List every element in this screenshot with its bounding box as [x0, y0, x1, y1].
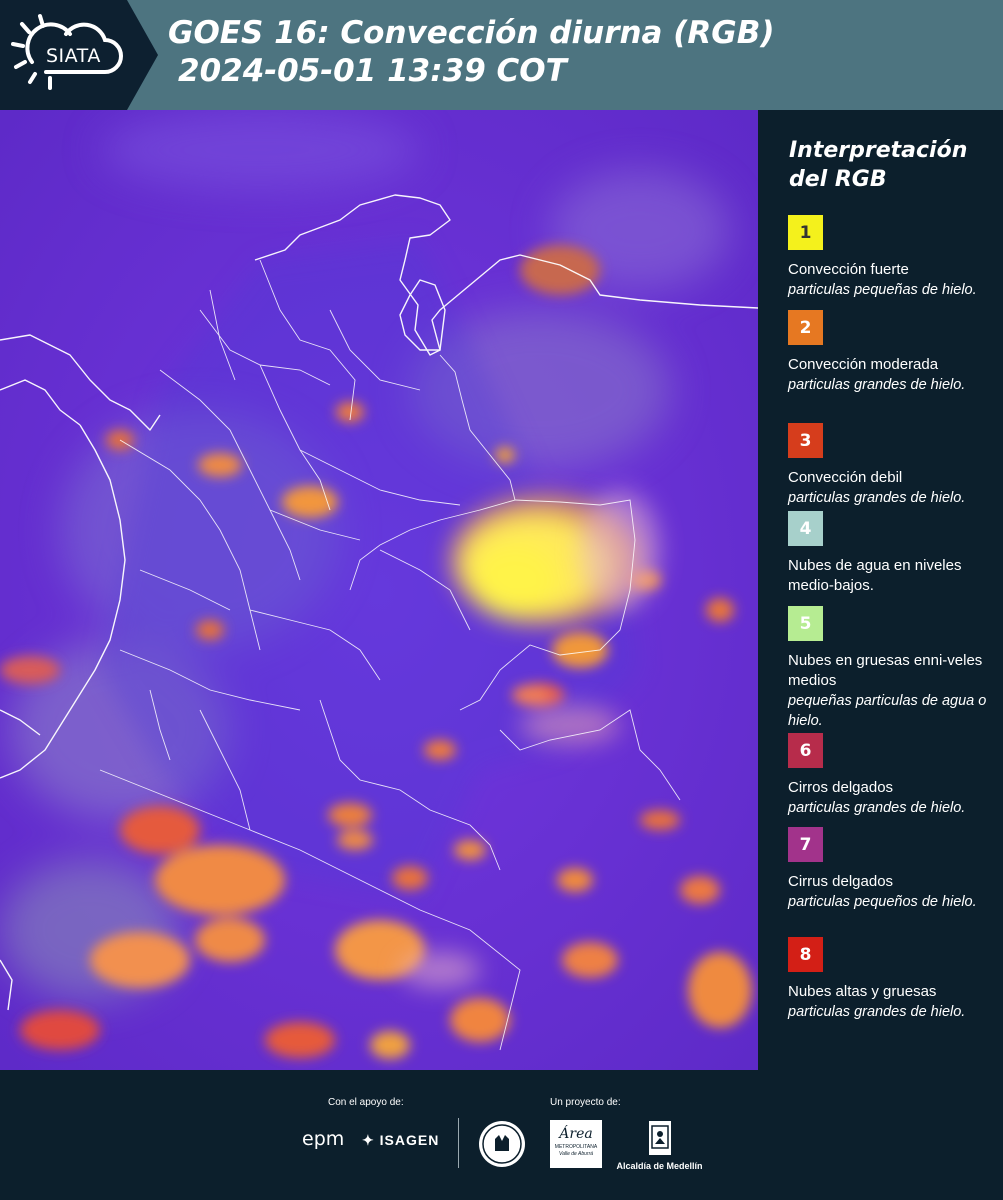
- alcaldia-shield-icon: [648, 1121, 671, 1155]
- seal-logo: [477, 1119, 527, 1174]
- legend-title: Interpretación del RGB: [789, 138, 968, 192]
- legend-desc-3: particulas grandes de hielo.: [788, 490, 966, 506]
- legend-panel: Interpretación del RGB 1 Convección fuer…: [758, 110, 1003, 1070]
- legend-name-5: Nubes en gruesas enni-veles medios: [788, 652, 983, 689]
- siata-logo: SIATA: [0, 0, 158, 110]
- legend-item-6: 6 Cirros delgados particulas grandes de …: [788, 733, 998, 818]
- legend-swatch-3: 3: [788, 423, 823, 458]
- legend-swatch-7: 7: [788, 827, 823, 862]
- page-title: GOES 16: Convección diurna (RGB) 2024-05…: [168, 14, 775, 90]
- legend-swatch-2: 2: [788, 310, 823, 345]
- legend-item-7: 7 Cirrus delgados particulas pequeños de…: [788, 827, 998, 912]
- legend-item-5: 5 Nubes en gruesas enni-veles medios peq…: [788, 606, 998, 731]
- isagen-icon: ✦: [362, 1132, 375, 1148]
- alcaldia-text: Alcaldía de Medellín: [616, 1161, 703, 1171]
- legend-name-1: Convección fuerte: [788, 261, 909, 278]
- logo-text: SIATA: [46, 45, 101, 67]
- support-label: Con el apoyo de:: [328, 1097, 404, 1108]
- legend-swatch-5: 5: [788, 606, 823, 641]
- legend-swatch-1: 1: [788, 215, 823, 250]
- satellite-imagery: [0, 110, 758, 1070]
- area-logo-text: Área: [559, 1126, 593, 1142]
- legend-desc-5: pequeñas particulas de agua o hielo.: [788, 693, 987, 729]
- area-logo-sub2: Valle de Aburrá: [558, 1151, 594, 1157]
- legend-item-2: 2 Convección moderada particulas grandes…: [788, 310, 998, 395]
- legend-swatch-6: 6: [788, 733, 823, 768]
- seal-icon: [479, 1121, 525, 1167]
- footer: Con el apoyo de: Un proyecto de: epm ✦ I…: [0, 1070, 1003, 1200]
- footer-divider: [458, 1118, 459, 1168]
- epm-logo: epm: [302, 1128, 345, 1150]
- legend-name-4: Nubes de agua en niveles medio-bajos.: [788, 557, 962, 594]
- legend-name-8: Nubes altas y gruesas: [788, 983, 937, 1000]
- legend-item-4: 4 Nubes de agua en niveles medio-bajos.: [788, 511, 998, 596]
- alcaldia-logo: Alcaldía de Medellín: [612, 1120, 707, 1171]
- legend-desc-2: particulas grandes de hielo.: [788, 377, 966, 393]
- legend-name-2: Convección moderada: [788, 356, 939, 373]
- legend-item-3: 3 Convección debil particulas grandes de…: [788, 423, 998, 508]
- legend-swatch-8: 8: [788, 937, 823, 972]
- area-metropolitana-logo: Área METROPOLITANA Valle de Aburrá: [550, 1120, 602, 1168]
- header-bar: SIATA GOES 16: Convección diurna (RGB) 2…: [0, 0, 1003, 110]
- isagen-text: ISAGEN: [379, 1132, 440, 1148]
- legend-swatch-4: 4: [788, 511, 823, 546]
- satellite-map: [0, 110, 758, 1070]
- title-line-1: GOES 16: Convección diurna (RGB): [168, 15, 775, 51]
- legend-item-1: 1 Convección fuerte particulas pequeñas …: [788, 215, 998, 300]
- legend-name-6: Cirros delgados: [788, 779, 894, 796]
- legend-name-7: Cirrus delgados: [788, 873, 894, 890]
- project-label: Un proyecto de:: [550, 1097, 621, 1108]
- area-logo-sub1: METROPOLITANA: [554, 1144, 598, 1150]
- legend-name-3: Convección debil: [788, 469, 903, 486]
- legend-desc-1: particulas pequeñas de hielo.: [788, 282, 977, 298]
- legend-item-8: 8 Nubes altas y gruesas particulas grand…: [788, 937, 998, 1022]
- legend-desc-7: particulas pequeños de hielo.: [788, 894, 977, 910]
- legend-desc-6: particulas grandes de hielo.: [788, 800, 966, 816]
- isagen-logo: ✦ ISAGEN: [362, 1132, 439, 1149]
- legend-desc-8: particulas grandes de hielo.: [788, 1004, 966, 1020]
- title-line-2: 2024-05-01 13:39 COT: [178, 53, 567, 89]
